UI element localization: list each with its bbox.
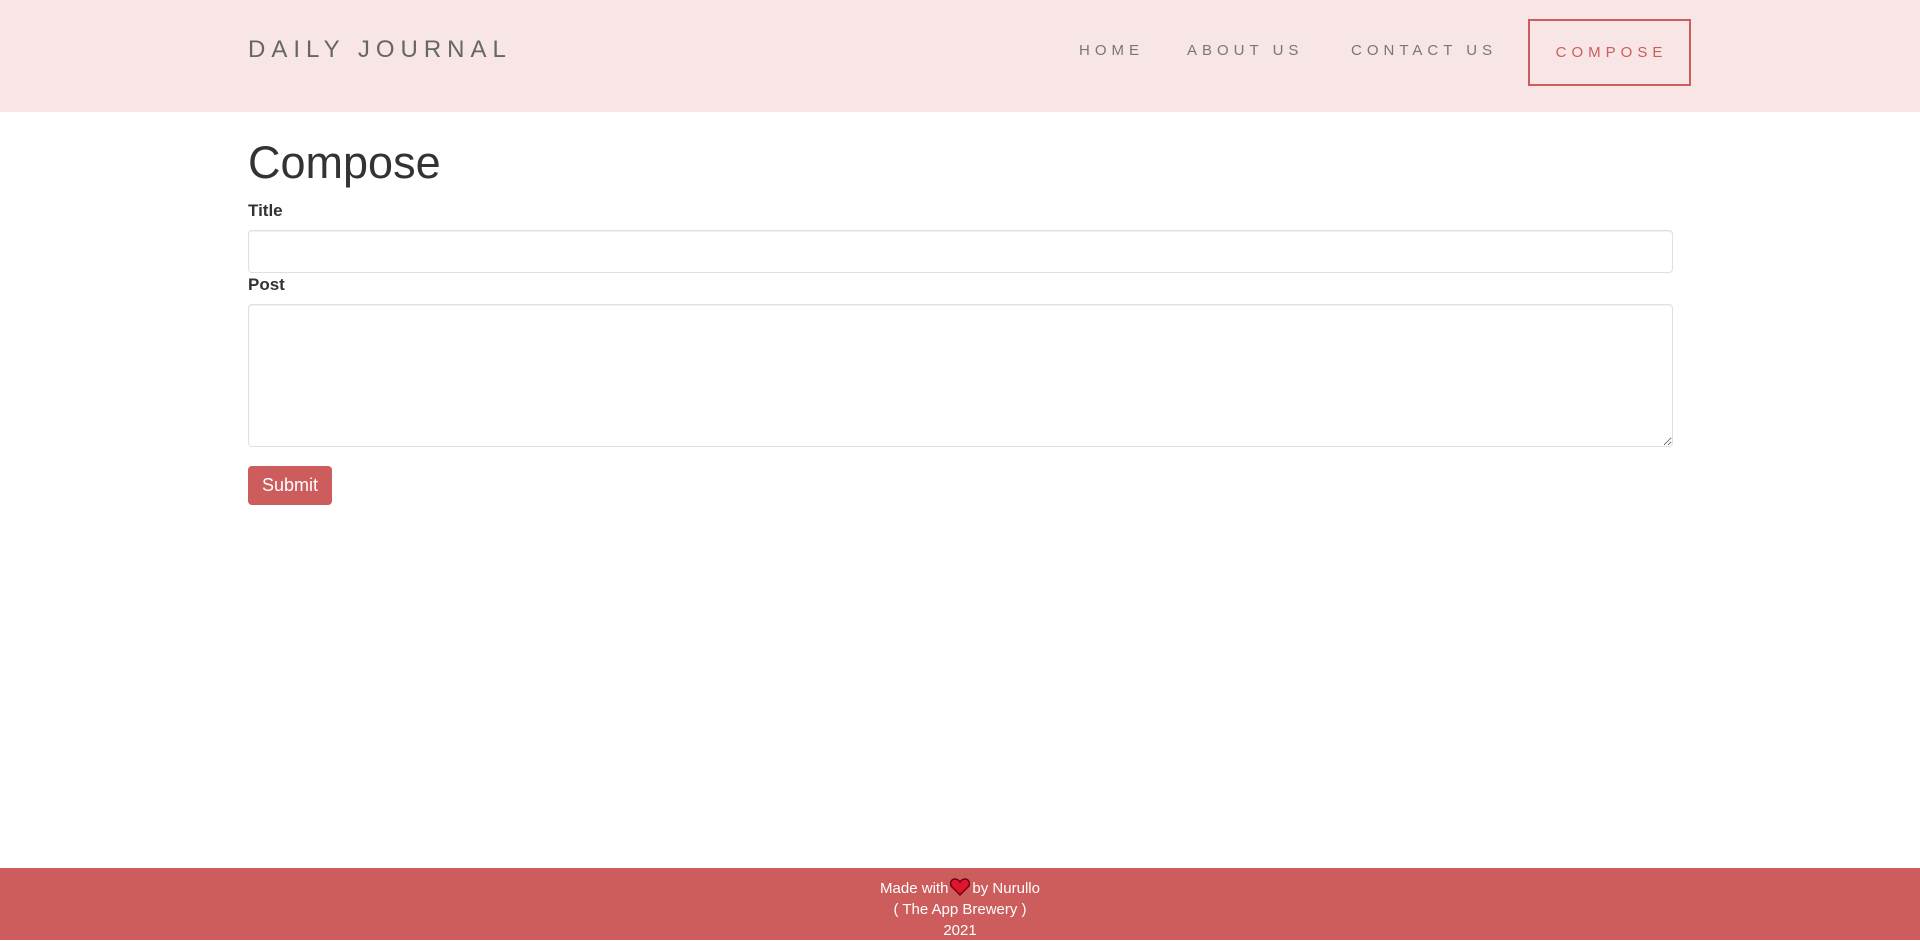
author-text: by Nurullo xyxy=(972,880,1040,897)
nav-about-us[interactable]: ABOUT US xyxy=(1187,41,1303,61)
brand-logo[interactable]: DAILY JOURNAL xyxy=(248,34,512,66)
title-input[interactable] xyxy=(248,230,1673,273)
heart-icon xyxy=(950,878,971,896)
submit-button[interactable]: Submit xyxy=(248,466,332,505)
footer-year: 2021 xyxy=(943,922,977,939)
footer-org: ( The App Brewery ) xyxy=(893,901,1027,918)
title-label: Title xyxy=(248,201,283,220)
nav-compose[interactable]: COMPOSE xyxy=(1528,19,1691,86)
navbar: DAILY JOURNAL HOME ABOUT US CONTACT US C… xyxy=(0,0,1920,112)
page-title: Compose xyxy=(248,137,441,188)
post-label: Post xyxy=(248,275,285,294)
footer-credit: Made with by Nurullo xyxy=(0,878,1920,899)
footer: Made with by Nurullo ( The App Brewery ) … xyxy=(0,868,1920,940)
nav-home[interactable]: HOME xyxy=(1079,41,1144,61)
made-with-text: Made with xyxy=(880,880,949,897)
nav-contact-us[interactable]: CONTACT US xyxy=(1351,41,1497,61)
post-textarea[interactable] xyxy=(248,304,1673,447)
